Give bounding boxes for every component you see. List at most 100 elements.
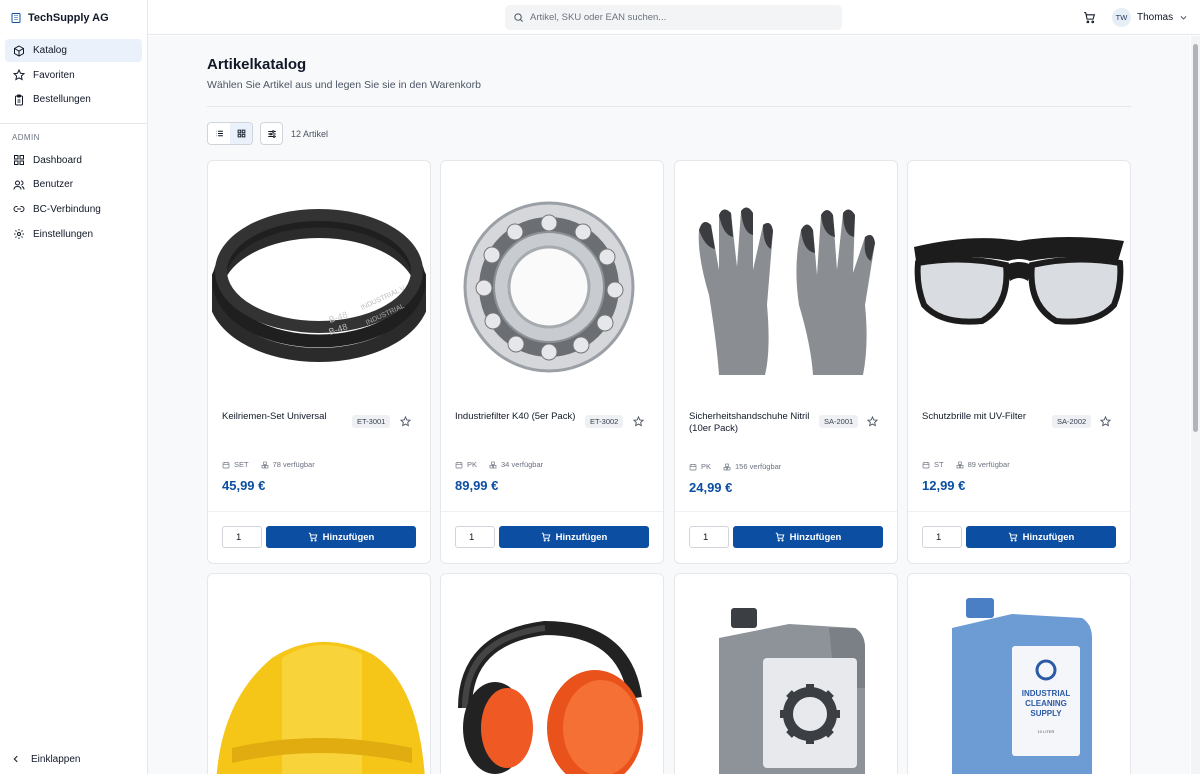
- product-card: B-48 INDUSTRIAL V B-48 INDUSTRIAL Keilri…: [207, 160, 431, 564]
- ball-bearing-image: [445, 175, 659, 397]
- sku-badge: ET-3001: [352, 415, 391, 428]
- add-to-cart-button[interactable]: Hinzufügen: [266, 526, 416, 548]
- product-price: 45,99 €: [222, 478, 266, 493]
- card-divider: [441, 511, 663, 512]
- boxes-icon: [261, 461, 268, 468]
- brand-name: TechSupply AG: [28, 11, 109, 24]
- add-to-cart-button[interactable]: Hinzufügen: [733, 526, 883, 548]
- cart-icon[interactable]: [1083, 11, 1096, 24]
- sidebar-item-label: Dashboard: [33, 154, 82, 166]
- clipboard-icon: [15, 94, 23, 106]
- sidebar-item-bestellungen[interactable]: Bestellungen: [5, 88, 142, 111]
- link-icon: [13, 206, 25, 213]
- card-divider: [208, 511, 430, 512]
- gear-icon: [14, 229, 24, 240]
- list-view-button[interactable]: [208, 123, 230, 144]
- sidebar-item-label: Katalog: [33, 45, 67, 56]
- building-icon: [11, 12, 21, 23]
- admin-section: ADMIN Dashboard Benutzer BC-Verbindung E…: [0, 122, 147, 251]
- boxes-icon: [489, 461, 497, 468]
- oil-canister-image: [679, 588, 893, 774]
- view-toggle: [207, 122, 253, 145]
- sidebar-item-katalog[interactable]: Katalog: [5, 39, 142, 62]
- product-unit: ST: [934, 460, 944, 469]
- product-stock: 34 verfügbar: [501, 460, 544, 469]
- user-name: Thomas: [1137, 12, 1174, 23]
- product-stock: 156 verfügbar: [735, 462, 782, 471]
- sidebar-item-einstellungen[interactable]: Einstellungen: [5, 223, 142, 246]
- scrollbar[interactable]: [1191, 36, 1200, 774]
- product-card: [674, 573, 898, 774]
- card-divider: [675, 511, 897, 512]
- sidebar-item-bc-verbindung[interactable]: BC-Verbindung: [5, 198, 142, 221]
- add-to-cart-label: Hinzufügen: [322, 531, 375, 543]
- product-name: Keilriemen-Set Universal: [222, 411, 327, 422]
- product-unit: PK: [701, 462, 712, 471]
- svg-text:SUPPLY: SUPPLY: [1030, 709, 1062, 718]
- sidebar-item-label: Benutzer: [33, 179, 74, 191]
- box-icon: [14, 44, 24, 57]
- dashboard-icon: [14, 155, 24, 166]
- filter-button[interactable]: [260, 122, 283, 145]
- add-to-cart-label: Hinzufügen: [555, 531, 608, 543]
- quantity-input[interactable]: [222, 526, 262, 548]
- star-icon[interactable]: [1100, 416, 1111, 427]
- cart-icon: [541, 532, 551, 542]
- star-icon[interactable]: [633, 416, 644, 427]
- v-belt-image: B-48 INDUSTRIAL V B-48 INDUSTRIAL: [212, 175, 426, 397]
- product-stock: 78 verfügbar: [272, 460, 315, 469]
- avatar: TW: [1112, 8, 1131, 27]
- list-icon: [215, 130, 223, 137]
- main-nav: Katalog Favoriten Bestellungen: [0, 35, 147, 117]
- gloves-image: [679, 175, 893, 397]
- catalog-toolbar: 12 Artikel: [207, 122, 328, 145]
- chevron-down-icon: [1180, 16, 1187, 20]
- card-divider: [908, 511, 1130, 512]
- cart-icon: [775, 532, 785, 542]
- add-to-cart-button[interactable]: Hinzufügen: [966, 526, 1116, 548]
- calendar-icon: [922, 461, 930, 468]
- collapse-sidebar-button[interactable]: Einklappen: [5, 749, 80, 769]
- sidebar-item-favoriten[interactable]: Favoriten: [5, 64, 142, 87]
- topbar: TW Thomas: [148, 0, 1200, 35]
- add-to-cart-label: Hinzufügen: [789, 531, 842, 543]
- user-menu[interactable]: TW Thomas: [1112, 8, 1188, 27]
- product-meta: SET 78 verfügbar: [222, 460, 315, 469]
- sku-badge: SA-2002: [1052, 415, 1092, 428]
- sidebar-item-benutzer[interactable]: Benutzer: [5, 173, 142, 196]
- calendar-icon: [222, 461, 230, 468]
- add-to-cart-button[interactable]: Hinzufügen: [499, 526, 649, 548]
- grid-icon: [237, 129, 245, 138]
- admin-section-title: ADMIN: [12, 132, 40, 142]
- product-name: Industriefilter K40 (5er Pack): [455, 411, 576, 422]
- boxes-icon: [956, 461, 963, 468]
- grid-view-button[interactable]: [230, 123, 252, 144]
- product-price: 24,99 €: [689, 480, 733, 495]
- sku-badge: SA-2001: [819, 415, 859, 428]
- quantity-input[interactable]: [689, 526, 729, 548]
- sidebar: TechSupply AG Katalog Favoriten Bestellu…: [0, 0, 148, 774]
- sidebar-item-label: BC-Verbindung: [33, 203, 101, 215]
- chevron-left-icon: [13, 755, 18, 763]
- ear-muffs-image: [445, 588, 659, 774]
- product-unit: SET: [234, 460, 249, 469]
- page-subtitle: Wählen Sie Artikel aus und legen Sie sie…: [207, 79, 481, 91]
- product-card: INDUSTRIAL CLEANING SUPPLY 10 LITER: [907, 573, 1131, 774]
- product-card: Industriefilter K40 (5er Pack) ET-3002 P…: [440, 160, 664, 564]
- star-icon[interactable]: [400, 416, 411, 427]
- calendar-icon: [455, 461, 463, 468]
- sidebar-item-dashboard[interactable]: Dashboard: [5, 149, 142, 172]
- main-content: Artikelkatalog Wählen Sie Artikel aus un…: [148, 36, 1190, 774]
- search-box: [505, 5, 842, 30]
- scrollbar-thumb[interactable]: [1193, 44, 1198, 432]
- search-input[interactable]: [530, 12, 830, 23]
- svg-text:10 LITER: 10 LITER: [1038, 729, 1055, 734]
- star-icon[interactable]: [867, 416, 878, 427]
- boxes-icon: [723, 463, 731, 470]
- product-meta: PK 34 verfügbar: [455, 460, 543, 469]
- cart-icon: [308, 532, 318, 542]
- quantity-input[interactable]: [922, 526, 962, 548]
- product-stock: 89 verfügbar: [967, 460, 1010, 469]
- quantity-input[interactable]: [455, 526, 495, 548]
- product-card: [440, 573, 664, 774]
